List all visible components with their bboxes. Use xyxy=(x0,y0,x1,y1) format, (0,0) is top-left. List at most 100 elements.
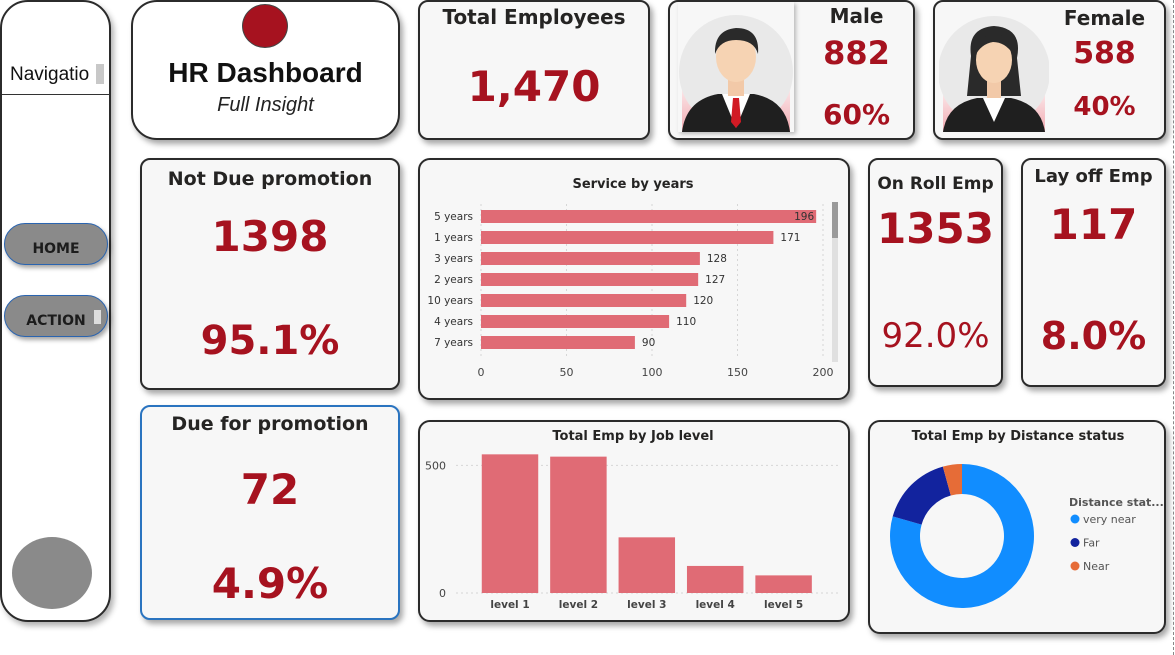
service-x-tick: 0 xyxy=(478,366,485,379)
on-roll-count: 1353 xyxy=(877,204,994,253)
service-category-label: 10 years xyxy=(427,295,473,307)
page-edge-divider xyxy=(1173,0,1174,655)
action-button-label: ACTION xyxy=(26,313,86,329)
male-avatar xyxy=(678,2,794,132)
distance-legend-marker xyxy=(1070,514,1080,524)
service-bar[interactable] xyxy=(481,315,670,328)
distance-legend-label: very near xyxy=(1083,513,1136,526)
action-button[interactable]: ACTION xyxy=(4,295,108,337)
male-pct: 60% xyxy=(822,98,891,131)
job-level-chart: Total Emp by Job level 0 500 level 1 level… xyxy=(425,429,838,611)
job-bar[interactable] xyxy=(686,565,744,593)
distance-slice[interactable] xyxy=(892,466,951,525)
job-bar[interactable] xyxy=(618,537,676,593)
service-bar-value: 128 xyxy=(707,253,727,265)
on-roll-card: On Roll Emp 1353 92.0% xyxy=(868,158,1003,387)
service-bar-value: 127 xyxy=(705,274,725,286)
service-bar[interactable] xyxy=(481,294,687,307)
job-category-label: level 5 xyxy=(764,599,803,611)
service-x-tick: 150 xyxy=(727,366,748,379)
male-count: 882 xyxy=(823,34,890,72)
navigation-title: Navigatio xyxy=(2,62,110,95)
service-x-tick: 200 xyxy=(813,366,834,379)
job-bar[interactable] xyxy=(481,454,539,593)
service-bar[interactable] xyxy=(481,252,700,265)
navigation-panel: Navigatio HOME ACTION xyxy=(0,0,111,622)
logo-circle xyxy=(242,4,288,48)
service-bar-value: 196 xyxy=(794,211,814,223)
service-by-years-card: Service by years 0 50 100 150 200 5 years 196… xyxy=(418,158,850,400)
distance-legend-label: Far xyxy=(1083,537,1100,550)
service-category-label: 4 years xyxy=(434,316,473,328)
not-due-pct: 95.1% xyxy=(200,318,340,364)
on-roll-label: On Roll Emp xyxy=(877,174,994,194)
job-bar[interactable] xyxy=(755,575,812,593)
service-category-label: 7 years xyxy=(434,337,473,349)
distance-legend-marker xyxy=(1070,561,1080,571)
due-label: Due for promotion xyxy=(171,413,369,435)
job-level-card: Total Emp by Job level 0 500 level 1 level… xyxy=(418,420,850,622)
service-x-tick: 50 xyxy=(560,366,574,379)
service-x-tick: 100 xyxy=(642,366,663,379)
not-due-count: 1398 xyxy=(211,212,329,261)
service-category-label: 5 years xyxy=(434,211,473,223)
female-count: 588 xyxy=(1073,36,1136,71)
action-scroll-thumb xyxy=(94,310,101,324)
service-bar-value: 90 xyxy=(642,337,655,349)
service-bar[interactable] xyxy=(481,210,817,223)
service-bar[interactable] xyxy=(481,273,699,286)
female-avatar-icon xyxy=(938,16,1050,132)
home-button-label: HOME xyxy=(32,241,80,257)
lay-off-count: 117 xyxy=(1049,200,1138,249)
service-bar[interactable] xyxy=(481,336,635,349)
female-label: Female xyxy=(1063,6,1146,30)
due-count: 72 xyxy=(240,465,300,514)
home-button[interactable]: HOME xyxy=(4,223,108,265)
service-bar-value: 171 xyxy=(780,232,800,244)
on-roll-pct: 92.0% xyxy=(881,316,990,356)
distance-legend-marker xyxy=(1070,538,1080,547)
job-category-label: level 1 xyxy=(490,599,529,611)
job-category-label: level 2 xyxy=(559,599,598,611)
female-avatar xyxy=(938,8,1050,132)
service-category-label: 3 years xyxy=(434,253,473,265)
not-due-promotion-card: Not Due promotion 1398 95.1% xyxy=(140,158,400,390)
job-chart-title: Total Emp by Job level xyxy=(552,429,713,444)
male-card: Male 882 60% xyxy=(668,0,915,140)
distance-legend-title: Distance stat... xyxy=(1069,496,1163,509)
distance-legend-label: Near xyxy=(1083,560,1110,573)
service-category-label: 1 years xyxy=(434,232,473,244)
distance-status-card: Total Emp by Distance status Distance st… xyxy=(868,420,1166,634)
job-bar[interactable] xyxy=(550,456,607,593)
job-category-label: level 3 xyxy=(627,599,666,611)
male-avatar-icon xyxy=(679,15,793,132)
lay-off-label: Lay off Emp xyxy=(1034,166,1153,187)
total-employees-value: 1,470 xyxy=(467,62,601,111)
page-title: HR Dashboard xyxy=(168,57,363,88)
total-employees-label: Total Employees xyxy=(442,5,626,29)
navigation-title-text: Navigatio xyxy=(10,64,90,85)
lay-off-pct: 8.0% xyxy=(1040,314,1147,358)
total-employees-card: Total Employees 1,470 xyxy=(418,0,650,140)
male-label: Male xyxy=(829,4,884,28)
title-card: HR Dashboard Full Insight xyxy=(131,0,400,140)
job-y-tick: 500 xyxy=(425,459,446,472)
page-subtitle: Full Insight xyxy=(217,94,314,116)
service-chart-scroll-thumb[interactable] xyxy=(832,202,838,238)
due-pct: 4.9% xyxy=(211,559,329,608)
job-y-tick: 0 xyxy=(439,587,446,600)
bottom-circle-button[interactable] xyxy=(12,537,92,609)
service-category-label: 2 years xyxy=(434,274,473,286)
due-promotion-card: Due for promotion 72 4.9% xyxy=(140,405,400,620)
service-bar-value: 120 xyxy=(693,295,713,307)
female-pct: 40% xyxy=(1073,92,1136,122)
service-bar[interactable] xyxy=(481,231,774,244)
service-bar-value: 110 xyxy=(676,316,696,328)
not-due-label: Not Due promotion xyxy=(167,168,373,190)
lay-off-card: Lay off Emp 117 8.0% xyxy=(1021,158,1166,387)
distance-status-chart: Total Emp by Distance status Distance st… xyxy=(890,429,1164,608)
service-by-years-chart: Service by years 0 50 100 150 200 5 years 196… xyxy=(427,177,838,379)
service-chart-title: Service by years xyxy=(572,177,693,192)
female-card: Female 588 40% xyxy=(933,0,1166,140)
nav-scrollbar[interactable] xyxy=(96,64,104,84)
